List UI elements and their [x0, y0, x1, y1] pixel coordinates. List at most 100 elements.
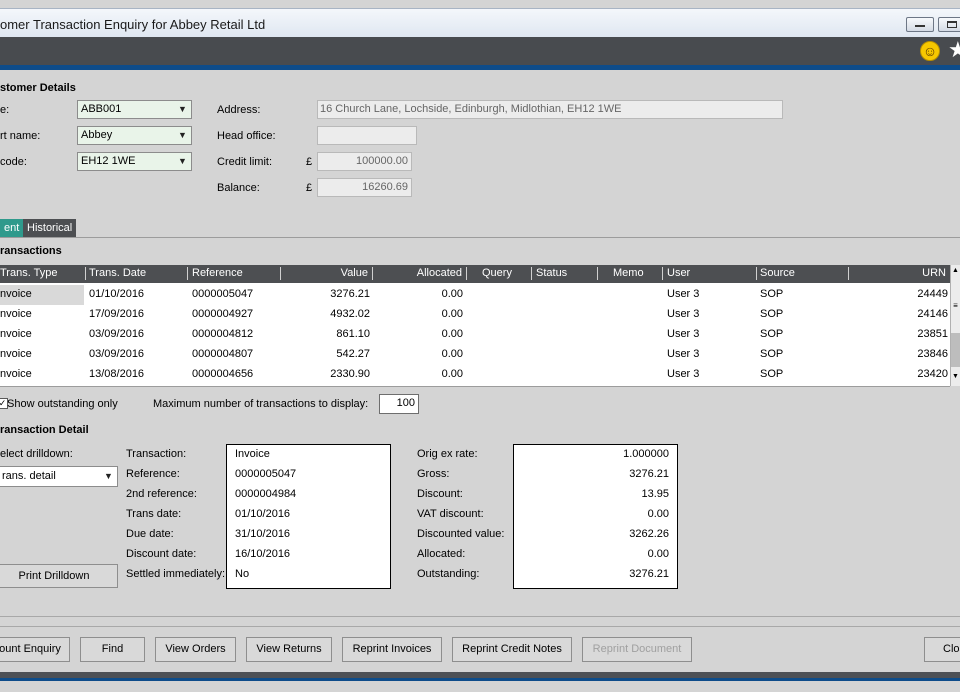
table-row[interactable]: nvoice 13/08/2016 0000004656 2330.90 0.0…: [0, 365, 950, 385]
tab-divider: [0, 237, 960, 238]
col-trans-type[interactable]: Trans. Type: [0, 267, 57, 279]
postcode-combo[interactable]: EH12 1WE ▼: [77, 152, 192, 171]
amount-label: VAT discount:: [417, 508, 484, 520]
find-button[interactable]: Find: [80, 637, 145, 662]
table-row[interactable]: nvoice 01/10/2016 0000005047 3276.21 0.0…: [0, 285, 950, 305]
cell-reference: 0000004656: [192, 368, 254, 380]
detail-value: 01/10/2016: [235, 508, 291, 520]
detail-value: No: [235, 568, 250, 580]
maximize-button[interactable]: [938, 17, 960, 32]
cell-trans-date: 17/09/2016: [89, 308, 145, 320]
detail-value: 31/10/2016: [235, 528, 291, 540]
col-reference[interactable]: Reference: [192, 267, 243, 279]
cell-trans-type: nvoice: [0, 328, 32, 340]
max-transactions-input[interactable]: 100: [379, 394, 419, 414]
column-separator: [531, 267, 532, 280]
balance-field: 16260.69: [317, 178, 412, 197]
cell-allocated: 0.00: [441, 348, 463, 360]
chevron-down-icon[interactable]: ▼: [176, 129, 189, 142]
address-field: 16 Church Lane, Lochside, Edinburgh, Mid…: [317, 100, 783, 119]
minimize-icon: [915, 25, 925, 27]
reprint-credit-notes-button[interactable]: Reprint Credit Notes: [452, 637, 572, 662]
short-name-combo[interactable]: Abbey ▼: [77, 126, 192, 145]
transaction-detail-heading: ransaction Detail: [0, 424, 89, 436]
print-drilldown-button[interactable]: Print Drilldown: [0, 564, 118, 588]
drilldown-select[interactable]: rans. detail ▼: [0, 466, 118, 487]
account-code-combo[interactable]: ABB001 ▼: [77, 100, 192, 119]
col-urn[interactable]: URN: [922, 267, 946, 279]
accent-bar: [0, 65, 960, 70]
cell-reference: 0000005047: [192, 288, 254, 300]
detail-label: Settled immediately:: [126, 568, 226, 580]
column-separator: [597, 267, 598, 280]
table-header: Trans. Type Trans. Date Reference Value …: [0, 265, 950, 283]
view-orders-button[interactable]: View Orders: [155, 637, 236, 662]
chevron-down-icon[interactable]: ▼: [176, 155, 189, 168]
cell-trans-date: 03/09/2016: [89, 348, 145, 360]
short-name-value: Abbey: [81, 129, 113, 141]
col-allocated[interactable]: Allocated: [417, 267, 462, 279]
column-separator: [187, 267, 188, 280]
detail-value: Invoice: [235, 448, 270, 460]
column-separator: [848, 267, 849, 280]
column-separator: [756, 267, 757, 280]
cell-source: SOP: [760, 308, 784, 320]
col-query[interactable]: Query: [482, 267, 512, 279]
detail-label: Reference:: [126, 468, 180, 480]
close-button[interactable]: Clos: [924, 637, 960, 662]
cell-source: SOP: [760, 288, 784, 300]
reprint-invoices-button[interactable]: Reprint Invoices: [342, 637, 442, 662]
col-source[interactable]: Source: [760, 267, 795, 279]
amount-value: 1.000000: [623, 448, 669, 460]
scroll-up-icon[interactable]: ▲: [951, 267, 960, 274]
scroll-thumb[interactable]: [951, 333, 960, 367]
transactions-table[interactable]: Trans. Type Trans. Date Reference Value …: [0, 265, 950, 387]
detail-value: 0000005047: [235, 468, 297, 480]
tab-current[interactable]: ent: [0, 219, 23, 237]
chevron-down-icon[interactable]: ▼: [176, 103, 189, 116]
scroll-down-icon[interactable]: ▼: [951, 373, 960, 380]
detail-label: Transaction:: [126, 448, 187, 460]
reprint-document-button[interactable]: Reprint Document: [582, 637, 692, 662]
cell-value: 542.27: [336, 348, 370, 360]
transaction-detail-box: Invoice 0000005047 0000004984 01/10/2016…: [226, 444, 391, 589]
col-user[interactable]: User: [667, 267, 690, 279]
view-returns-button[interactable]: View Returns: [246, 637, 332, 662]
table-scrollbar[interactable]: ▲ ≡ ▼: [950, 265, 960, 386]
cell-trans-date: 13/08/2016: [89, 368, 145, 380]
transactions-heading: ransactions: [0, 245, 62, 257]
table-row[interactable]: nvoice 03/09/2016 0000004812 861.10 0.00…: [0, 325, 950, 345]
postcode-label: code:: [0, 156, 27, 168]
col-value[interactable]: Value: [341, 267, 368, 279]
address-value: 16 Church Lane, Lochside, Edinburgh, Mid…: [320, 103, 622, 115]
window-title: omer Transaction Enquiry for Abbey Retai…: [0, 17, 266, 32]
grip-icon: ≡: [953, 301, 958, 310]
table-row[interactable]: nvoice 17/09/2016 0000004927 4932.02 0.0…: [0, 305, 950, 325]
cell-source: SOP: [760, 328, 784, 340]
cell-value: 3276.21: [330, 288, 370, 300]
col-memo[interactable]: Memo: [613, 267, 644, 279]
chevron-down-icon[interactable]: ▼: [102, 470, 115, 483]
amount-label: Discount:: [417, 488, 463, 500]
detail-value: 16/10/2016: [235, 548, 291, 560]
detail-label: Due date:: [126, 528, 174, 540]
cell-reference: 0000004927: [192, 308, 254, 320]
amount-label: Gross:: [417, 468, 450, 480]
smiley-icon[interactable]: ☺: [920, 41, 940, 61]
tab-historical[interactable]: Historical: [23, 219, 76, 237]
minimize-button[interactable]: [906, 17, 934, 32]
account-code-value: ABB001: [81, 103, 122, 115]
cell-user: User 3: [667, 368, 700, 380]
account-enquiry-button[interactable]: ount Enquiry: [0, 637, 70, 662]
col-trans-date[interactable]: Trans. Date: [89, 267, 146, 279]
bottom-divider: [0, 626, 960, 627]
table-row[interactable]: nvoice 03/09/2016 0000004807 542.27 0.00…: [0, 345, 950, 365]
cell-allocated: 0.00: [441, 328, 463, 340]
cell-reference: 0000004807: [192, 348, 254, 360]
star-icon[interactable]: ★: [948, 38, 960, 62]
cell-trans-type: nvoice: [0, 368, 32, 380]
cell-reference: 0000004812: [192, 328, 254, 340]
balance-value: 16260.69: [362, 181, 408, 193]
cell-urn: 23851: [917, 328, 948, 340]
col-status[interactable]: Status: [536, 267, 567, 279]
